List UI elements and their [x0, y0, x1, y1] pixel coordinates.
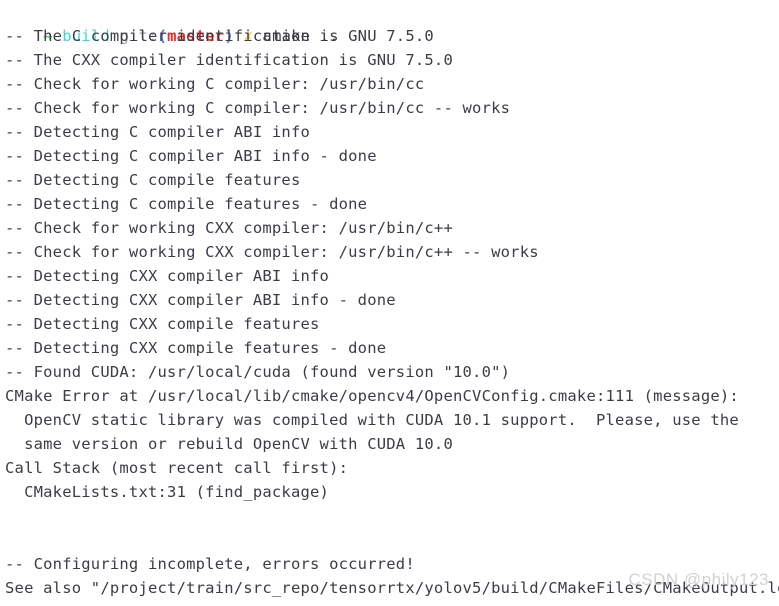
terminal-line: -- Check for working C compiler: /usr/bi… [5, 75, 425, 93]
terminal-line: -- Detecting CXX compiler ABI info [5, 267, 330, 285]
terminal-line: CMake Error at /usr/local/lib/cmake/open… [5, 387, 739, 405]
terminal-line: OpenCV static library was compiled with … [5, 411, 739, 429]
terminal-line: -- Check for working C compiler: /usr/bi… [5, 99, 511, 117]
terminal-line: -- Detecting C compiler ABI info - done [5, 147, 377, 165]
terminal-line: -- Found CUDA: /usr/local/cuda (found ve… [5, 363, 511, 381]
prompt-line: → build git:(master) ✗ cmake .. [0, 0, 779, 45]
terminal-line: CMakeLists.txt:31 (find_package) [5, 483, 330, 501]
terminal-output: -- The C compiler identification is GNU … [0, 24, 779, 600]
terminal-line: -- Detecting C compile features [5, 171, 301, 189]
terminal-line: -- Detecting CXX compiler ABI info - don… [5, 291, 396, 309]
terminal-line: -- The CXX compiler identification is GN… [5, 51, 453, 69]
terminal-line: -- Detecting CXX compile features [5, 315, 320, 333]
terminal-line: Call Stack (most recent call first): [5, 459, 349, 477]
terminal-line: -- The C compiler identification is GNU … [5, 27, 434, 45]
terminal-line: same version or rebuild OpenCV with CUDA… [5, 435, 453, 453]
terminal-line: -- Check for working CXX compiler: /usr/… [5, 243, 539, 261]
terminal-line: -- Detecting C compiler ABI info [5, 123, 311, 141]
terminal-line: -- Check for working CXX compiler: /usr/… [5, 219, 453, 237]
terminal-line: -- Configuring incomplete, errors occurr… [5, 555, 415, 573]
terminal-window[interactable]: → build git:(master) ✗ cmake .. -- The C… [0, 0, 779, 606]
terminal-line: -- Detecting CXX compile features - done [5, 339, 387, 357]
terminal-line: See also "/project/train/src_repo/tensor… [5, 579, 779, 597]
terminal-line: -- Detecting C compile features - done [5, 195, 368, 213]
